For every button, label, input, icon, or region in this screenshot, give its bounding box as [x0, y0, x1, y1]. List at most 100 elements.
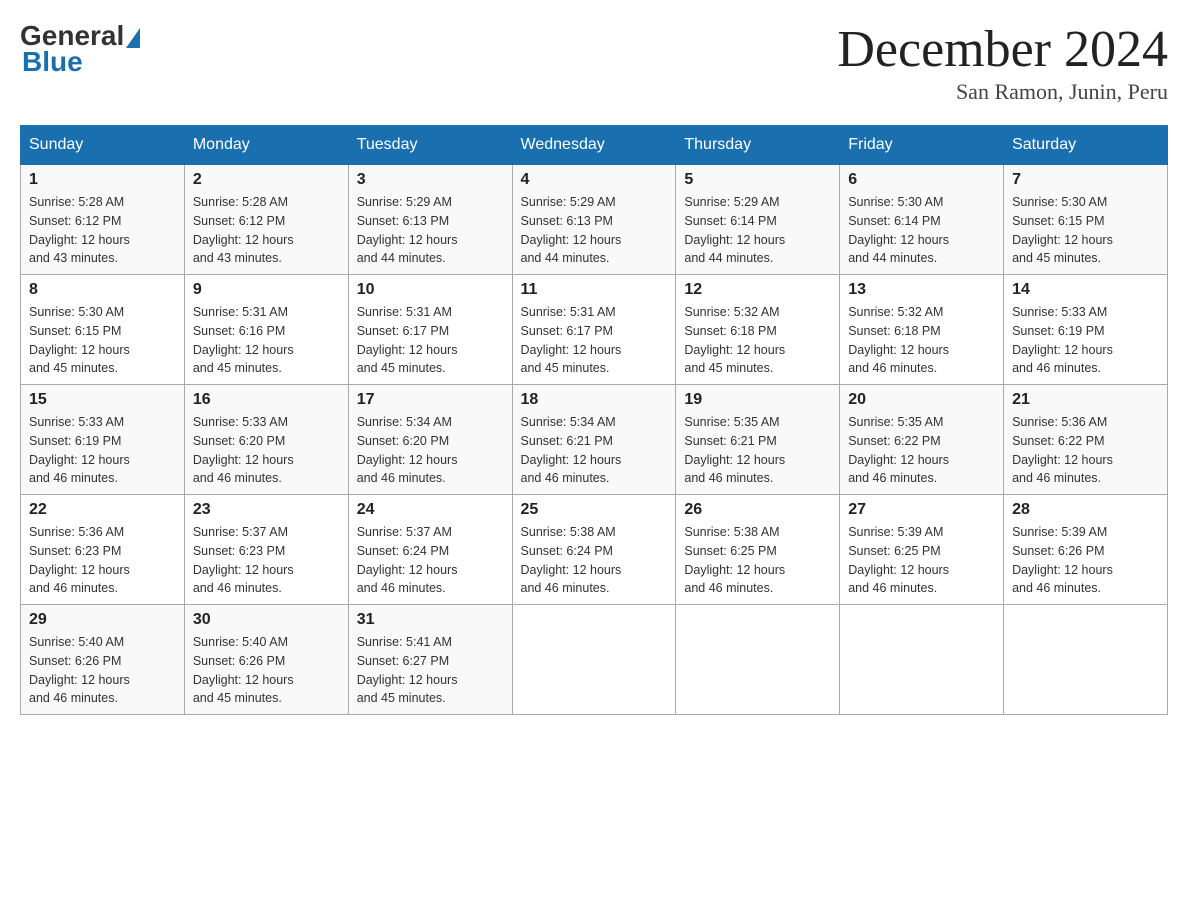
logo-triangle-icon — [126, 28, 140, 48]
calendar-week-row: 29 Sunrise: 5:40 AMSunset: 6:26 PMDayligh… — [21, 605, 1168, 715]
calendar-day-cell: 23Sunrise: 5:37 AMSunset: 6:23 PMDayligh… — [184, 495, 348, 605]
day-info: Sunrise: 5:35 AMSunset: 6:22 PMDaylight:… — [848, 413, 995, 488]
calendar-day-cell: 18 Sunrise: 5:34 AMSunset: 6:21 PMDayligh… — [512, 385, 676, 495]
calendar-day-cell: 4 Sunrise: 5:29 AMSunset: 6:13 PMDaylight… — [512, 165, 676, 275]
day-number: 2 — [193, 171, 340, 189]
day-info: Sunrise: 5:32 AMSunset: 6:18 PMDaylight:… — [848, 303, 995, 378]
page-header: General Blue December 2024 San Ramon, Ju… — [20, 20, 1168, 105]
day-info: Sunrise: 5:31 AMSunset: 6:16 PMDaylight:… — [193, 303, 340, 378]
day-info: Sunrise: 5:31 AMSunset: 6:17 PMDaylight:… — [521, 303, 668, 378]
day-info: Sunrise: 5:39 AMSunset: 6:25 PMDaylight:… — [848, 523, 995, 598]
empty-cell — [840, 605, 1004, 715]
calendar-day-cell: 12 Sunrise: 5:32 AMSunset: 6:18 PMDayligh… — [676, 275, 840, 385]
calendar-day-cell: 11 Sunrise: 5:31 AMSunset: 6:17 PMDayligh… — [512, 275, 676, 385]
logo: General Blue — [20, 20, 140, 78]
day-number: 22 — [29, 501, 176, 519]
day-number: 4 — [521, 171, 668, 189]
day-number: 5 — [684, 171, 831, 189]
calendar-week-row: 8 Sunrise: 5:30 AMSunset: 6:15 PMDaylight… — [21, 275, 1168, 385]
calendar-day-cell: 13 Sunrise: 5:32 AMSunset: 6:18 PMDayligh… — [840, 275, 1004, 385]
month-title: December 2024 — [837, 20, 1168, 79]
calendar-week-row: 15Sunrise: 5:33 AMSunset: 6:19 PMDayligh… — [21, 385, 1168, 495]
day-number: 24 — [357, 501, 504, 519]
calendar-day-cell: 28 Sunrise: 5:39 AMSunset: 6:26 PMDayligh… — [1004, 495, 1168, 605]
calendar-day-cell: 17 Sunrise: 5:34 AMSunset: 6:20 PMDayligh… — [348, 385, 512, 495]
calendar-day-cell: 26Sunrise: 5:38 AMSunset: 6:25 PMDayligh… — [676, 495, 840, 605]
calendar-day-cell: 31Sunrise: 5:41 AMSunset: 6:27 PMDayligh… — [348, 605, 512, 715]
day-number: 8 — [29, 281, 176, 299]
day-number: 23 — [193, 501, 340, 519]
day-info: Sunrise: 5:33 AMSunset: 6:19 PMDaylight:… — [1012, 303, 1159, 378]
day-number: 9 — [193, 281, 340, 299]
calendar-table: Sunday Monday Tuesday Wednesday Thursday… — [20, 125, 1168, 715]
calendar-day-cell: 6 Sunrise: 5:30 AMSunset: 6:14 PMDaylight… — [840, 165, 1004, 275]
day-info: Sunrise: 5:36 AMSunset: 6:22 PMDaylight:… — [1012, 413, 1159, 488]
day-number: 11 — [521, 281, 668, 299]
day-number: 7 — [1012, 171, 1159, 189]
col-wednesday: Wednesday — [512, 126, 676, 165]
day-info: Sunrise: 5:34 AMSunset: 6:21 PMDaylight:… — [521, 413, 668, 488]
day-info: Sunrise: 5:39 AMSunset: 6:26 PMDaylight:… — [1012, 523, 1159, 598]
day-info: Sunrise: 5:29 AMSunset: 6:13 PMDaylight:… — [357, 193, 504, 268]
calendar-day-cell: 14 Sunrise: 5:33 AMSunset: 6:19 PMDayligh… — [1004, 275, 1168, 385]
col-monday: Monday — [184, 126, 348, 165]
calendar-week-row: 22Sunrise: 5:36 AMSunset: 6:23 PMDayligh… — [21, 495, 1168, 605]
day-info: Sunrise: 5:29 AMSunset: 6:14 PMDaylight:… — [684, 193, 831, 268]
day-number: 21 — [1012, 391, 1159, 409]
day-info: Sunrise: 5:31 AMSunset: 6:17 PMDaylight:… — [357, 303, 504, 378]
calendar-day-cell: 29 Sunrise: 5:40 AMSunset: 6:26 PMDayligh… — [21, 605, 185, 715]
calendar-day-cell: 20 Sunrise: 5:35 AMSunset: 6:22 PMDayligh… — [840, 385, 1004, 495]
day-info: Sunrise: 5:29 AMSunset: 6:13 PMDaylight:… — [521, 193, 668, 268]
calendar-day-cell: 21 Sunrise: 5:36 AMSunset: 6:22 PMDayligh… — [1004, 385, 1168, 495]
day-info: Sunrise: 5:35 AMSunset: 6:21 PMDaylight:… — [684, 413, 831, 488]
calendar-day-cell: 2 Sunrise: 5:28 AMSunset: 6:12 PMDaylight… — [184, 165, 348, 275]
day-info: Sunrise: 5:28 AMSunset: 6:12 PMDaylight:… — [193, 193, 340, 268]
day-number: 18 — [521, 391, 668, 409]
day-number: 13 — [848, 281, 995, 299]
day-info: Sunrise: 5:33 AMSunset: 6:19 PMDaylight:… — [29, 413, 176, 488]
day-number: 10 — [357, 281, 504, 299]
col-friday: Friday — [840, 126, 1004, 165]
calendar-day-cell: 30Sunrise: 5:40 AMSunset: 6:26 PMDayligh… — [184, 605, 348, 715]
day-number: 25 — [521, 501, 668, 519]
day-info: Sunrise: 5:40 AMSunset: 6:26 PMDaylight:… — [193, 633, 340, 708]
day-info: Sunrise: 5:40 AMSunset: 6:26 PMDaylight:… — [29, 633, 176, 708]
col-sunday: Sunday — [21, 126, 185, 165]
location-title: San Ramon, Junin, Peru — [837, 79, 1168, 105]
calendar-day-cell: 3 Sunrise: 5:29 AMSunset: 6:13 PMDaylight… — [348, 165, 512, 275]
calendar-day-cell: 27Sunrise: 5:39 AMSunset: 6:25 PMDayligh… — [840, 495, 1004, 605]
day-number: 20 — [848, 391, 995, 409]
day-number: 29 — [29, 611, 176, 629]
day-info: Sunrise: 5:30 AMSunset: 6:15 PMDaylight:… — [1012, 193, 1159, 268]
day-info: Sunrise: 5:30 AMSunset: 6:15 PMDaylight:… — [29, 303, 176, 378]
day-number: 12 — [684, 281, 831, 299]
day-number: 3 — [357, 171, 504, 189]
calendar-day-cell: 24Sunrise: 5:37 AMSunset: 6:24 PMDayligh… — [348, 495, 512, 605]
empty-cell — [1004, 605, 1168, 715]
day-number: 26 — [684, 501, 831, 519]
calendar-day-cell: 8 Sunrise: 5:30 AMSunset: 6:15 PMDaylight… — [21, 275, 185, 385]
calendar-day-cell: 10 Sunrise: 5:31 AMSunset: 6:17 PMDayligh… — [348, 275, 512, 385]
calendar-header-row: Sunday Monday Tuesday Wednesday Thursday… — [21, 126, 1168, 165]
day-info: Sunrise: 5:41 AMSunset: 6:27 PMDaylight:… — [357, 633, 504, 708]
calendar-week-row: 1 Sunrise: 5:28 AMSunset: 6:12 PMDaylight… — [21, 165, 1168, 275]
day-number: 16 — [193, 391, 340, 409]
empty-cell — [512, 605, 676, 715]
day-info: Sunrise: 5:30 AMSunset: 6:14 PMDaylight:… — [848, 193, 995, 268]
day-info: Sunrise: 5:33 AMSunset: 6:20 PMDaylight:… — [193, 413, 340, 488]
calendar-day-cell: 22Sunrise: 5:36 AMSunset: 6:23 PMDayligh… — [21, 495, 185, 605]
col-saturday: Saturday — [1004, 126, 1168, 165]
calendar-day-cell: 9 Sunrise: 5:31 AMSunset: 6:16 PMDaylight… — [184, 275, 348, 385]
day-number: 17 — [357, 391, 504, 409]
calendar-day-cell: 7 Sunrise: 5:30 AMSunset: 6:15 PMDaylight… — [1004, 165, 1168, 275]
day-info: Sunrise: 5:34 AMSunset: 6:20 PMDaylight:… — [357, 413, 504, 488]
calendar-day-cell: 25Sunrise: 5:38 AMSunset: 6:24 PMDayligh… — [512, 495, 676, 605]
day-number: 28 — [1012, 501, 1159, 519]
col-thursday: Thursday — [676, 126, 840, 165]
day-info: Sunrise: 5:32 AMSunset: 6:18 PMDaylight:… — [684, 303, 831, 378]
day-info: Sunrise: 5:28 AMSunset: 6:12 PMDaylight:… — [29, 193, 176, 268]
day-number: 1 — [29, 171, 176, 189]
calendar-day-cell: 16 Sunrise: 5:33 AMSunset: 6:20 PMDayligh… — [184, 385, 348, 495]
day-number: 14 — [1012, 281, 1159, 299]
day-number: 6 — [848, 171, 995, 189]
